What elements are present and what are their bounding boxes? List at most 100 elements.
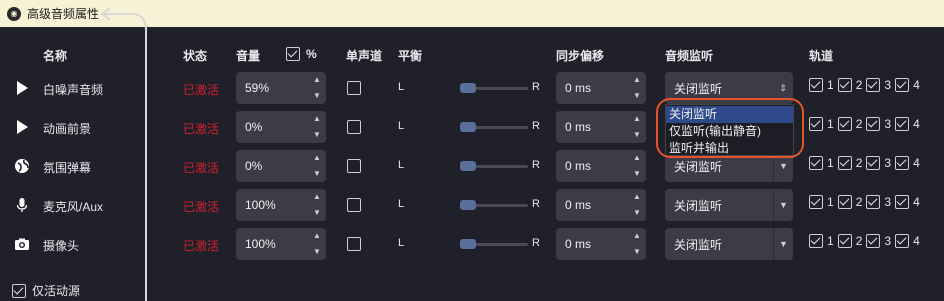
camera-icon [15, 238, 29, 250]
track-1-label: 1 [827, 156, 834, 170]
track-3-checkbox[interactable] [866, 156, 881, 170]
balance-right-label: R [532, 120, 540, 132]
track-2-label: 2 [855, 234, 863, 248]
spin-arrows-icon[interactable]: ▲ ▼ [632, 114, 642, 140]
track-1-label: 1 [827, 195, 834, 209]
offset-value: 0 ms [565, 198, 592, 212]
play-icon [17, 120, 28, 134]
volume-spinbox[interactable]: 100% ▲ ▼ [236, 189, 326, 221]
header-status: 状态 [183, 49, 208, 63]
volume-value: 59% [245, 81, 270, 95]
track-4-label: 4 [913, 78, 920, 92]
chevron-down-icon[interactable]: ▼ [773, 228, 793, 260]
header-balance: 平衡 [398, 49, 423, 63]
dropdown-option[interactable]: 监听并输出 [666, 140, 793, 157]
track-3-checkbox[interactable] [866, 78, 881, 92]
active-only-toggle[interactable]: 仅活动源 [12, 282, 80, 299]
track-3-checkbox[interactable] [866, 195, 881, 209]
spin-arrows-icon[interactable]: ▲ ▼ [632, 153, 642, 179]
track-2-checkbox[interactable] [837, 156, 852, 170]
track-2-checkbox[interactable] [837, 234, 852, 248]
track-1-checkbox[interactable] [809, 78, 823, 92]
microphone-icon [16, 198, 28, 212]
globe-icon [15, 159, 29, 173]
header-volume: 音量 [236, 49, 261, 63]
track-4-checkbox[interactable] [895, 117, 910, 131]
track-3-label: 3 [884, 156, 892, 170]
track-3-label: 3 [884, 234, 892, 248]
balance-slider-handle[interactable] [460, 83, 476, 93]
active-only-checkbox[interactable] [12, 283, 26, 298]
spin-arrows-icon[interactable]: ▲ ▼ [312, 153, 322, 179]
track-3-checkbox[interactable] [866, 234, 881, 248]
track-1-label: 1 [827, 117, 834, 131]
track-1-checkbox[interactable] [809, 117, 823, 131]
volume-value: 0% [245, 159, 263, 173]
monitoring-combobox[interactable]: 关闭监听 ⇕ [665, 72, 793, 104]
balance-slider-handle[interactable] [460, 239, 476, 249]
volume-spinbox[interactable]: 100% ▲ ▼ [236, 228, 326, 260]
balance-slider-handle[interactable] [460, 122, 476, 132]
mono-checkbox[interactable] [347, 81, 361, 95]
spin-arrows-icon[interactable]: ▲ ▼ [632, 192, 642, 218]
track-4-checkbox[interactable] [895, 78, 910, 92]
spin-arrows-icon[interactable]: ▲ ▼ [632, 231, 642, 257]
monitoring-value: 关闭监听 [674, 81, 723, 96]
track-1-checkbox[interactable] [809, 234, 823, 248]
track-2-label: 2 [855, 78, 863, 92]
track-2-checkbox[interactable] [837, 195, 852, 209]
source-name: 摄像头 [43, 239, 80, 253]
mono-checkbox[interactable] [347, 159, 361, 173]
volume-spinbox[interactable]: 0% ▲ ▼ [236, 150, 326, 182]
spin-arrows-icon[interactable]: ▲ ▼ [632, 75, 642, 101]
track-1-label: 1 [827, 78, 834, 92]
track-4-checkbox[interactable] [895, 195, 910, 209]
source-name: 动画前景 [43, 122, 92, 136]
monitoring-combobox[interactable]: 关闭监听 ▼ [665, 189, 793, 221]
balance-right-label: R [532, 81, 540, 93]
track-2-label: 2 [855, 117, 863, 131]
track-1-checkbox[interactable] [809, 156, 823, 170]
track-2-checkbox[interactable] [837, 117, 852, 131]
source-row: 摄像头 已激活 100% ▲ ▼ L R 0 ms ▲ ▼ 关闭监听 ▼ 1 2 3… [0, 226, 944, 262]
dropdown-option[interactable]: 关闭监听 [666, 106, 793, 123]
sync-offset-spinbox[interactable]: 0 ms ▲ ▼ [556, 72, 646, 104]
spin-arrows-icon[interactable]: ▲ ▼ [312, 231, 322, 257]
updown-caret-icon[interactable]: ⇕ [773, 72, 793, 104]
monitoring-combobox[interactable]: 关闭监听 ▼ [665, 228, 793, 260]
track-4-checkbox[interactable] [895, 156, 910, 170]
track-3-label: 3 [884, 78, 892, 92]
spin-arrows-icon[interactable]: ▲ ▼ [312, 114, 322, 140]
sync-offset-spinbox[interactable]: 0 ms ▲ ▼ [556, 228, 646, 260]
volume-spinbox[interactable]: 0% ▲ ▼ [236, 111, 326, 143]
balance-slider-handle[interactable] [460, 200, 476, 210]
spin-arrows-icon[interactable]: ▲ ▼ [312, 192, 322, 218]
dropdown-option[interactable]: 仅监听(输出静音) [666, 123, 793, 140]
spin-arrows-icon[interactable]: ▲ ▼ [312, 75, 322, 101]
balance-left-label: L [398, 120, 405, 132]
track-2-checkbox[interactable] [837, 78, 852, 92]
track-3-label: 3 [884, 195, 892, 209]
sync-offset-spinbox[interactable]: 0 ms ▲ ▼ [556, 189, 646, 221]
mono-checkbox[interactable] [347, 198, 361, 212]
status-label: 已激活 [183, 161, 220, 175]
title-bar: ◉ 高级音频属性 [0, 0, 944, 27]
sync-offset-spinbox[interactable]: 0 ms ▲ ▼ [556, 150, 646, 182]
track-4-checkbox[interactable] [895, 234, 910, 248]
mono-checkbox[interactable] [347, 120, 361, 134]
sync-offset-spinbox[interactable]: 0 ms ▲ ▼ [556, 111, 646, 143]
track-4-label: 4 [913, 234, 920, 248]
mono-checkbox[interactable] [347, 237, 361, 251]
play-icon [17, 81, 28, 95]
status-label: 已激活 [183, 239, 220, 253]
source-row: 动画前景 已激活 0% ▲ ▼ L R 0 ms ▲ ▼ 1 2 3 4 [0, 109, 944, 145]
source-name: 白噪声音频 [43, 83, 104, 97]
monitoring-value: 关闭监听 [674, 159, 723, 174]
monitoring-value: 关闭监听 [674, 237, 723, 252]
volume-spinbox[interactable]: 59% ▲ ▼ [236, 72, 326, 104]
balance-slider-handle[interactable] [460, 161, 476, 171]
track-1-checkbox[interactable] [809, 195, 823, 209]
percent-checkbox[interactable] [286, 47, 300, 61]
track-3-checkbox[interactable] [866, 117, 881, 131]
chevron-down-icon[interactable]: ▼ [773, 189, 793, 221]
